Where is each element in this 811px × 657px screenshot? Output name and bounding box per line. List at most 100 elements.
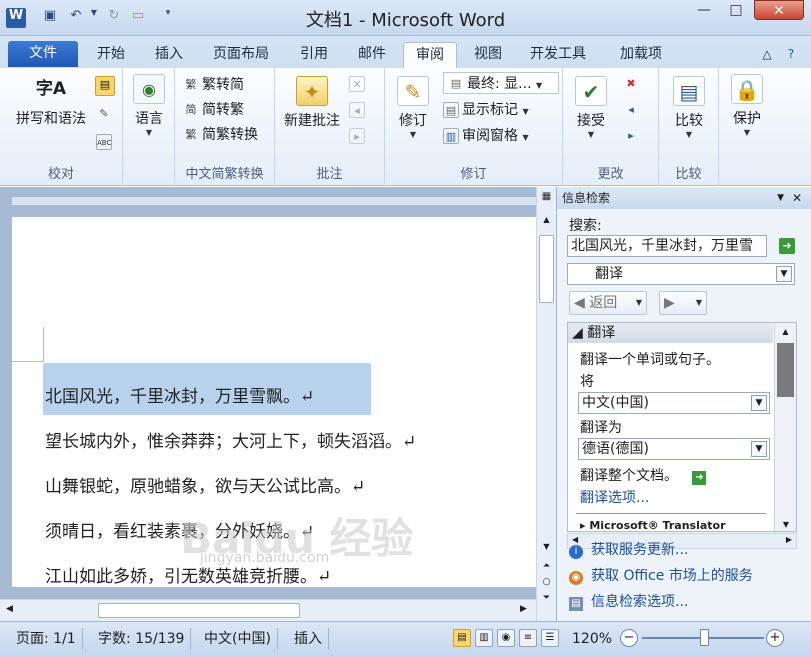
to-language-select[interactable]: 德语(德国) ▼ (578, 438, 770, 460)
accept-button[interactable]: ✔ 接受 ▼ (569, 76, 613, 139)
outline-icon[interactable]: ≡ (519, 629, 537, 647)
doc-line[interactable]: 北国风光，千里冰封，万里雪飘。↵ (45, 382, 314, 407)
globe-icon: ◉ (133, 74, 165, 104)
print-layout-icon[interactable]: ▤ (453, 629, 471, 647)
new-comment-button[interactable]: ✦ 新建批注 (279, 76, 345, 130)
spell-grammar-button[interactable]: 字A 拼写和语法 (6, 74, 96, 128)
ruler-toggle-icon[interactable]: ▦ (539, 191, 554, 205)
results-scrollbar[interactable]: ▲ ▼ (774, 323, 796, 531)
scroll-thumb[interactable] (777, 343, 794, 397)
web-layout-icon[interactable]: ◉ (497, 629, 515, 647)
back-icon: ◀ (574, 295, 585, 311)
draft-icon[interactable]: ☰ (541, 629, 559, 647)
reviewing-pane-button[interactable]: ▥ 审阅窗格 ▼ (443, 125, 529, 147)
translation-options-link[interactable]: 翻译选项... (580, 487, 649, 507)
office-marketplace-link[interactable]: ◉ 获取 Office 市场上的服务 (569, 565, 753, 585)
status-language[interactable]: 中文(中国) (198, 628, 278, 650)
show-markup-button[interactable]: ▤ 显示标记 ▼ (443, 99, 529, 121)
language-button[interactable]: ◉ 语言 ▼ (127, 74, 171, 137)
tab-file[interactable]: 文件 (8, 41, 78, 67)
group-protect: 🔒 保护 ▼ (719, 68, 775, 186)
service-updates-link[interactable]: i 获取服务更新... (569, 539, 688, 559)
trad-to-simp-label: 繁转简 (202, 77, 244, 93)
close-button[interactable]: ✕ (754, 0, 804, 20)
tab-mailings[interactable]: 邮件 (346, 42, 398, 68)
pane-options-icon[interactable]: ▼ (777, 187, 784, 209)
scroll-right-icon[interactable]: ▶ (786, 535, 792, 544)
chevron-down-icon: ▼ (751, 395, 767, 411)
group-changes-label: 更改 (597, 167, 624, 182)
zoom-slider-thumb[interactable] (700, 629, 709, 646)
doc-line[interactable]: 山舞银蛇，原驰蜡象，欲与天公试比高。↵ (45, 472, 365, 497)
compare-button[interactable]: ▤ 比较 ▼ (665, 76, 713, 139)
pane-close-icon[interactable]: ✕ (792, 187, 802, 209)
go-arrow-icon: ➜ (692, 471, 707, 485)
back-button[interactable]: ◀ 返回 ▼ (569, 291, 647, 315)
doc-line[interactable]: 望长城内外，惟余莽莽；大河上下，顿失滔滔。↵ (45, 427, 416, 452)
tab-page-layout[interactable]: 页面布局 (200, 42, 282, 68)
scroll-down-icon[interactable]: ▼ (775, 520, 796, 529)
forward-button[interactable]: ▶ ▼ (659, 291, 707, 315)
chevron-down-icon: ▼ (522, 133, 529, 142)
tab-review[interactable]: 审阅 (403, 42, 457, 68)
tab-references[interactable]: 引用 (288, 42, 340, 68)
search-input[interactable]: 北国风光，千里冰封，万里雪 (567, 235, 767, 257)
tab-insert[interactable]: 插入 (142, 42, 196, 68)
scroll-left-icon[interactable]: ◀ (6, 604, 13, 614)
status-word-count[interactable]: 字数: 15/139 (92, 628, 192, 650)
research-options-link[interactable]: ▤ 信息检索选项... (569, 591, 688, 611)
h-scroll-thumb[interactable] (98, 603, 300, 618)
help-minimize-icon[interactable]: △ (756, 42, 778, 68)
new-comment-icon: ✦ (296, 76, 328, 106)
tab-home[interactable]: 开始 (84, 42, 138, 68)
track-changes-button[interactable]: ✎ 修订 ▼ (391, 76, 435, 139)
status-page[interactable]: 页面: 1/1 (10, 628, 83, 650)
tab-developer[interactable]: 开发工具 (520, 42, 596, 68)
next-change-icon[interactable]: ▸ (623, 128, 639, 144)
scroll-up-icon[interactable]: ▲ (775, 327, 796, 336)
zoom-in-button[interactable]: + (766, 629, 784, 647)
tab-view[interactable]: 视图 (462, 42, 514, 68)
thesaurus-icon[interactable]: ✎ (96, 106, 112, 122)
tab-addins[interactable]: 加载项 (606, 42, 676, 68)
scroll-thumb[interactable] (539, 235, 554, 303)
maximize-button[interactable]: □ (720, 0, 752, 20)
browse-object-icon[interactable]: ○ (539, 577, 554, 591)
previous-change-icon[interactable]: ◂ (623, 102, 639, 118)
display-for-review-select[interactable]: ▤ 最终: 显... ▼ (443, 72, 559, 94)
chinese-conversion-button[interactable]: 繁简繁转换 (183, 124, 259, 146)
simp-to-trad-button[interactable]: 简简转繁 (183, 99, 245, 121)
full-screen-reading-icon[interactable]: ▥ (475, 629, 493, 647)
group-comments: ✦ 新建批注 ✕ ◂ ▸ 批注 (275, 68, 385, 186)
search-go-icon[interactable]: ➜ (779, 238, 795, 254)
zoom-level[interactable]: 120% (566, 628, 618, 650)
group-compare-label: 比较 (675, 167, 702, 182)
previous-page-icon[interactable]: ⏶ (539, 561, 554, 575)
help-icon[interactable]: ? (780, 42, 802, 68)
zoom-out-button[interactable]: − (620, 629, 638, 647)
horizontal-scrollbar[interactable]: ◀ ▶ (0, 599, 536, 621)
protect-button[interactable]: 🔒 保护 ▼ (725, 74, 769, 137)
section-title: 翻译 (587, 325, 616, 341)
scroll-right-icon[interactable]: ▶ (520, 604, 527, 614)
status-bar: 页面: 1/1 字数: 15/139 中文(中国) 插入 ▤ ▥ ◉ ≡ ☰ 1… (0, 621, 811, 657)
group-tracking-label: 修订 (460, 167, 487, 182)
trad-to-simp-button[interactable]: 繁繁转简 (183, 74, 245, 96)
vertical-scrollbar[interactable]: ▦ ▲ ▼ ⏶ ○ ⏷ (536, 187, 556, 621)
ribbon-tabs: 文件 开始 插入 页面布局 引用 邮件 审阅 视图 开发工具 加载项 △ ? (0, 36, 811, 68)
minimize-button[interactable]: — (688, 0, 720, 20)
previous-comment-icon[interactable]: ◂ (349, 102, 365, 118)
next-comment-icon[interactable]: ▸ (349, 128, 365, 144)
delete-comment-icon[interactable]: ✕ (349, 76, 365, 92)
section-header[interactable]: ◢ 翻译 (568, 323, 773, 343)
reject-icon[interactable]: ✖ (623, 76, 639, 92)
research-icon[interactable]: ▤ (95, 76, 115, 96)
scroll-down-icon[interactable]: ▼ (539, 542, 554, 556)
word-count-icon[interactable]: ABC (96, 134, 112, 150)
status-insert-mode[interactable]: 插入 (288, 628, 329, 650)
scroll-up-icon[interactable]: ▲ (539, 215, 554, 229)
translate-document-row[interactable]: 翻译整个文档。 ➜ (580, 465, 707, 485)
next-page-icon[interactable]: ⏷ (539, 593, 554, 607)
service-select[interactable]: 翻译 ▼ (567, 263, 795, 285)
from-language-select[interactable]: 中文(中国) ▼ (578, 392, 770, 414)
